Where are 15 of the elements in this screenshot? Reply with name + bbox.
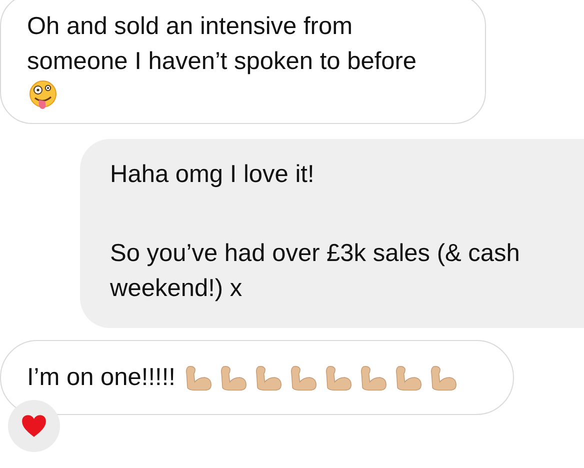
reaction-badge[interactable] <box>8 400 60 452</box>
face-icon <box>27 79 59 111</box>
flexed-arm-icon <box>253 363 282 392</box>
message-text: So you’ve had over £3k sales (& cash weekend!) x <box>110 239 521 304</box>
flexed-arm-icon <box>358 363 388 392</box>
message-text: I’m on one!!!!! <box>27 363 176 393</box>
flexed-arm-icon <box>183 363 212 392</box>
flexed-arm-icon <box>288 363 318 392</box>
flexed-arm-icon <box>218 363 248 392</box>
message-text: Haha omg I love it! <box>110 160 316 190</box>
message-text: Oh and sold an intensive from someone I haven’t spoken to before <box>27 12 418 77</box>
flexed-arm-icon <box>393 363 422 392</box>
heart-icon <box>21 414 47 438</box>
flexed-arm-icon <box>428 363 458 392</box>
flexed-arm-icon <box>323 363 352 392</box>
